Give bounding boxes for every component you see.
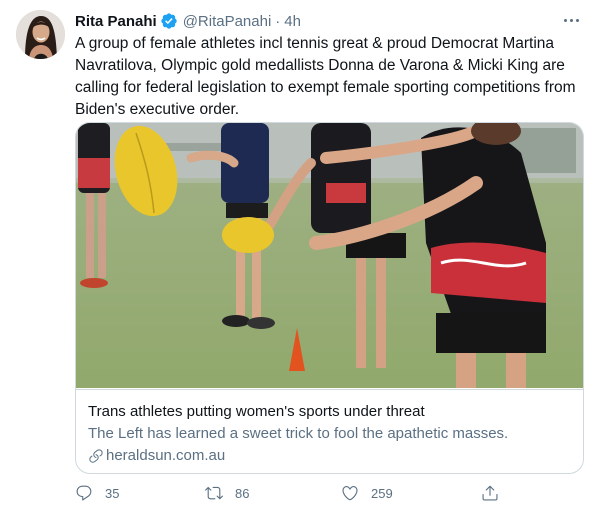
retweet-count: 86 [235, 485, 250, 501]
author-name[interactable]: Rita Panahi [75, 13, 157, 30]
card-body: Trans athletes putting women's sports un… [76, 389, 583, 473]
author-handle[interactable]: @RitaPanahi [183, 13, 272, 30]
card-title[interactable]: Trans athletes putting women's sports un… [88, 403, 425, 420]
reply-button[interactable]: 35 [75, 484, 119, 502]
link-card[interactable]: Trans athletes putting women's sports un… [75, 122, 584, 474]
reply-icon [76, 485, 92, 501]
tweet-header: Rita Panahi @RitaPanahi · 4h [75, 11, 582, 31]
verified-badge-icon [160, 12, 178, 30]
avatar[interactable] [16, 10, 65, 59]
card-image [76, 123, 583, 388]
retweet-icon [205, 486, 223, 500]
like-button[interactable]: 259 [341, 484, 393, 502]
tweet-actions: 35 86 259 [75, 484, 505, 504]
reply-count: 35 [105, 485, 120, 501]
retweet-button[interactable]: 86 [205, 484, 249, 502]
like-count: 259 [371, 485, 393, 501]
separator-dot: · [275, 12, 281, 30]
share-button[interactable] [481, 484, 499, 502]
tweet-timestamp[interactable]: 4h [284, 13, 301, 30]
tweet[interactable]: Rita Panahi @RitaPanahi · 4h A group of … [0, 0, 598, 512]
card-domain-text: heraldsun.com.au [106, 447, 226, 464]
like-icon [342, 486, 358, 501]
link-icon [89, 448, 103, 463]
share-icon [482, 485, 498, 501]
card-domain[interactable]: heraldsun.com.au [88, 447, 225, 464]
tweet-text: A group of female athletes incl tennis g… [75, 35, 576, 118]
card-description: The Left has learned a sweet trick to fo… [88, 425, 509, 442]
more-caret-icon[interactable] [560, 10, 582, 30]
